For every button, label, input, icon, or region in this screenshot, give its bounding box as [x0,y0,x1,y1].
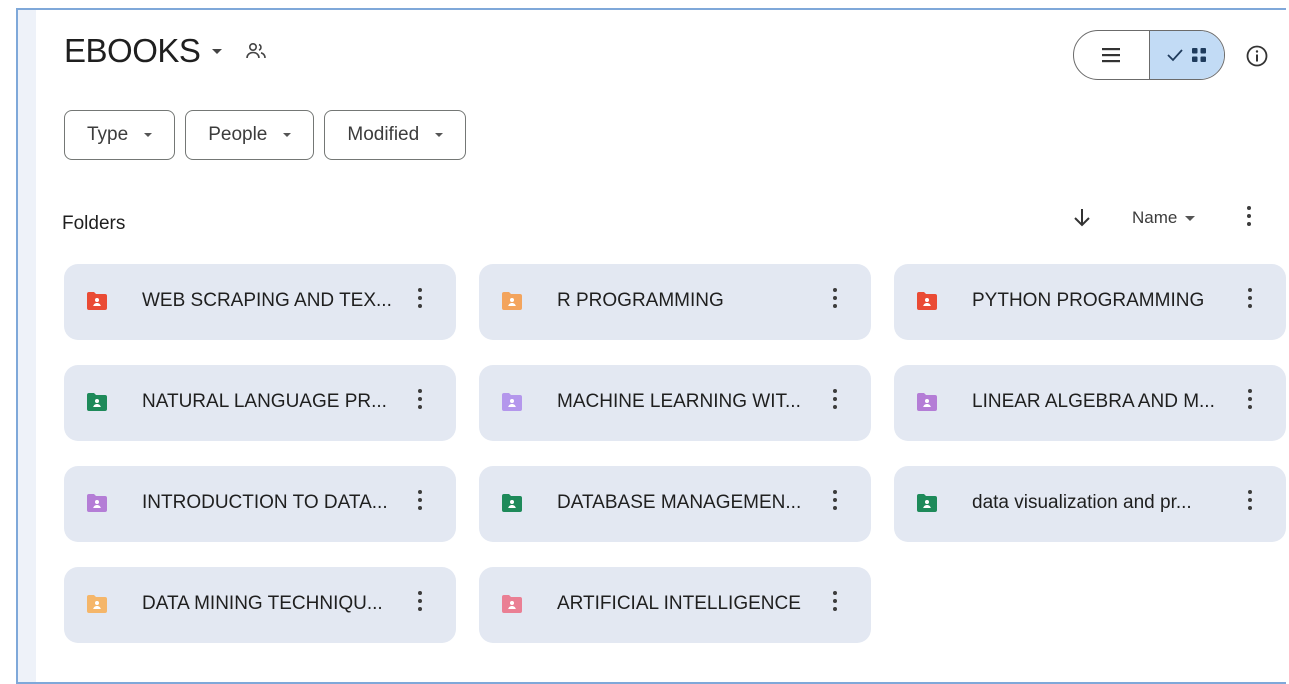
chevron-down-icon [283,133,292,137]
folder-card[interactable]: data visualization and pr... [894,466,1286,542]
more-vert-icon[interactable] [832,591,838,611]
chevron-down-icon [144,133,153,137]
more-vert-icon[interactable] [1247,288,1253,308]
filter-chips: Type People Modified [64,110,467,160]
arrow-down-icon[interactable] [1071,206,1093,230]
sort-by-name-button[interactable]: Name [1132,208,1196,228]
folder-card[interactable]: DATA MINING TECHNIQU... [64,567,456,643]
folder-name: NATURAL LANGUAGE PR... [142,391,387,412]
more-vert-icon[interactable] [417,591,423,611]
folder-name: LINEAR ALGEBRA AND M... [972,391,1215,412]
folder-name: MACHINE LEARNING WIT... [557,391,801,412]
chevron-down-icon [1185,215,1196,221]
folder-name: DATA MINING TECHNIQU... [142,593,383,614]
list-icon [1102,48,1121,63]
shared-folder-icon [917,393,937,411]
shared-folder-icon [502,595,522,613]
folder-card[interactable]: R PROGRAMMING [479,264,871,340]
folder-name: PYTHON PROGRAMMING [972,290,1205,311]
drive-frame: EBOOKS Type People Modified Folders Name… [16,8,1286,684]
folder-card[interactable]: WEB SCRAPING AND TEX... [64,264,456,340]
chip-label: Type [87,124,129,145]
folder-card[interactable]: PYTHON PROGRAMMING [894,264,1286,340]
shared-folder-icon [87,494,107,512]
more-vert-icon[interactable] [832,490,838,510]
folder-card[interactable]: LINEAR ALGEBRA AND M... [894,365,1286,441]
folder-name: WEB SCRAPING AND TEX... [142,290,392,311]
shared-folder-icon [917,494,937,512]
more-vert-icon[interactable] [417,288,423,308]
more-vert-icon[interactable] [832,288,838,308]
more-vert-icon[interactable] [417,490,423,510]
people-filter-chip[interactable]: People [185,110,315,160]
shared-folder-icon [87,292,107,310]
shared-folder-icon [87,393,107,411]
more-vert-icon[interactable] [1247,490,1253,510]
sort-label: Name [1132,208,1178,227]
folder-name: R PROGRAMMING [557,290,724,311]
folder-card[interactable]: ARTIFICIAL INTELLIGENCE [479,567,871,643]
people-icon[interactable] [244,39,268,63]
type-filter-chip[interactable]: Type [64,110,176,160]
shared-folder-icon [502,494,522,512]
shared-folder-icon [87,595,107,613]
modified-filter-chip[interactable]: Modified [324,110,467,160]
chevron-down-icon [435,133,444,137]
chip-label: People [208,124,268,145]
folder-card[interactable]: MACHINE LEARNING WIT... [479,365,871,441]
more-vert-icon[interactable] [832,389,838,409]
folder-card[interactable]: DATABASE MANAGEMEN... [479,466,871,542]
grid-view-button[interactable] [1148,31,1224,79]
folder-card[interactable]: INTRODUCTION TO DATA... [64,466,456,542]
chip-label: Modified [347,124,420,145]
folder-card[interactable]: NATURAL LANGUAGE PR... [64,365,456,441]
left-strip [18,10,36,682]
folder-name: data visualization and pr... [972,492,1192,513]
info-icon[interactable] [1245,44,1269,68]
shared-folder-icon [917,292,937,310]
folder-name: ARTIFICIAL INTELLIGENCE [557,593,801,614]
view-toggle [1073,30,1225,80]
grid-icon [1191,48,1206,62]
shared-folder-icon [502,393,522,411]
folders-section-label: Folders [62,213,126,234]
page-title[interactable]: EBOOKS [64,32,201,70]
list-view-button[interactable] [1074,31,1149,79]
folder-name: INTRODUCTION TO DATA... [142,492,388,513]
more-vert-icon[interactable] [417,389,423,409]
folder-title-bar[interactable]: EBOOKS [64,32,268,70]
shared-folder-icon [502,292,522,310]
check-icon [1167,49,1183,62]
folder-name: DATABASE MANAGEMEN... [557,492,802,513]
more-vert-icon[interactable] [1246,206,1252,226]
more-vert-icon[interactable] [1247,389,1253,409]
title-dropdown-icon[interactable] [212,48,223,54]
